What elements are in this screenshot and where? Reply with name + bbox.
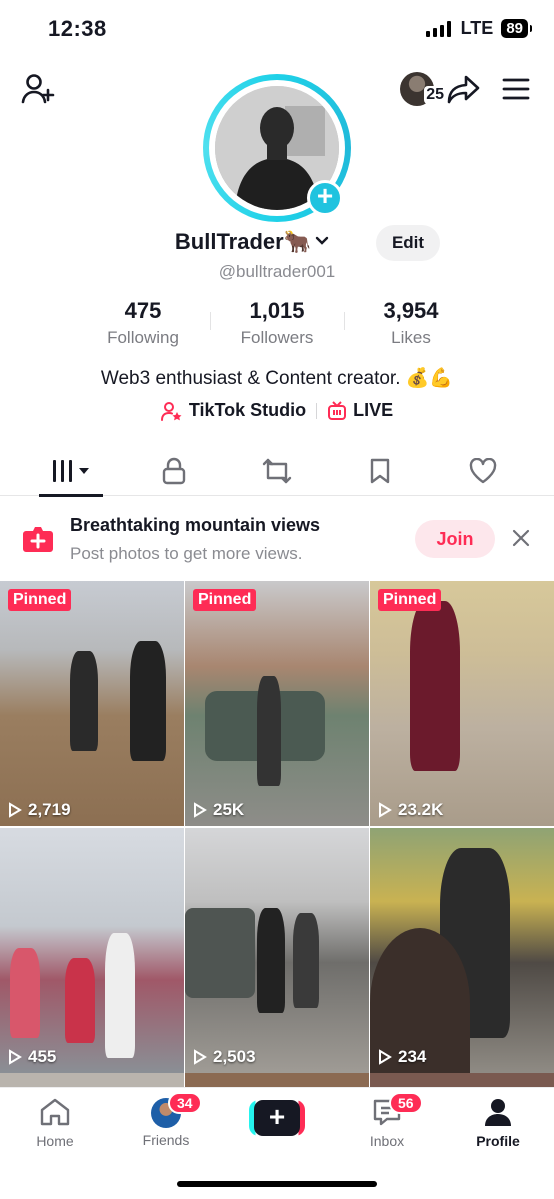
stat-value: 3,954 <box>383 298 439 323</box>
profile-viewers-count: 25 <box>424 86 446 104</box>
play-icon <box>9 1049 22 1065</box>
live-label: LIVE <box>353 400 394 420</box>
tiktok-studio-link[interactable]: TikTok Studio <box>160 400 307 421</box>
stat-followers[interactable]: 1,015 Followers <box>210 298 344 348</box>
stat-label: Followers <box>240 328 314 347</box>
stat-value: 475 <box>124 298 162 323</box>
pinned-badge: Pinned <box>378 589 442 611</box>
view-count: 23.2K <box>378 800 443 820</box>
view-count: 234 <box>378 1047 426 1067</box>
signal-icon <box>425 20 451 37</box>
view-count: 2,719 <box>8 800 71 820</box>
play-icon <box>379 1049 392 1065</box>
plus-icon: + <box>254 1100 300 1136</box>
profile-links: TikTok Studio LIVE <box>0 400 554 421</box>
view-count: 2,503 <box>193 1047 256 1067</box>
pinned-badge: Pinned <box>193 589 257 611</box>
video-grid: Pinned 2,719 Pinned 25K Pinned 23.2K 455… <box>0 581 554 1073</box>
tiktok-studio-label: TikTok Studio <box>188 400 307 420</box>
create-button[interactable]: + <box>249 1100 305 1136</box>
nav-profile-label: Profile <box>476 1133 520 1149</box>
nav-home-label: Home <box>36 1133 74 1149</box>
edit-profile-button[interactable]: Edit <box>376 225 440 261</box>
play-icon <box>9 802 22 818</box>
tab-favorites[interactable] <box>348 447 412 495</box>
video-thumbnail[interactable]: Pinned 2,719 <box>0 581 184 826</box>
status-indicators: LTE 89 <box>425 18 532 39</box>
repost-icon <box>262 458 292 483</box>
live-link[interactable]: LIVE <box>327 400 393 421</box>
close-icon[interactable] <box>512 529 530 552</box>
nav-home[interactable]: Home <box>5 1098 105 1149</box>
inbox-badge: 56 <box>389 1092 423 1114</box>
videos-grid-icon <box>53 459 90 482</box>
stat-label: Following <box>107 328 179 347</box>
profile-tabs <box>0 446 554 497</box>
battery-indicator: 89 <box>501 19 532 38</box>
network-type: LTE <box>460 18 494 38</box>
join-button[interactable]: Join <box>415 520 495 558</box>
menu-icon[interactable] <box>500 74 532 104</box>
lock-icon <box>162 457 186 484</box>
home-indicator <box>177 1181 377 1187</box>
view-count: 455 <box>8 1047 56 1067</box>
stat-following[interactable]: 475 Following <box>76 298 210 348</box>
live-tv-icon <box>328 400 347 420</box>
tab-private[interactable] <box>142 447 206 495</box>
tab-videos[interactable] <box>39 447 104 497</box>
friends-badge: 34 <box>168 1092 202 1114</box>
pinned-badge: Pinned <box>8 589 72 611</box>
heart-icon <box>469 457 496 483</box>
nav-inbox[interactable]: Inbox 56 <box>337 1092 437 1149</box>
profile-stats: 475 Following 1,015 Followers 3,954 Like… <box>0 298 554 348</box>
studio-icon <box>160 401 182 421</box>
video-thumbnail[interactable]: 234 <box>370 828 554 1073</box>
profile-bio: Web3 enthusiast & Content creator. 💰💪 <box>100 368 454 389</box>
tab-liked[interactable] <box>451 447 515 495</box>
bookmark-icon <box>370 458 389 483</box>
video-thumbnail[interactable]: Pinned 25K <box>185 581 369 826</box>
tab-reposts[interactable] <box>245 447 309 495</box>
promo-title: Breathtaking mountain views <box>70 515 321 535</box>
play-icon <box>194 1049 207 1065</box>
stat-label: Likes <box>391 328 431 347</box>
status-time: 12:38 <box>48 16 107 41</box>
nav-friends-label: Friends <box>142 1132 190 1148</box>
display-name: BullTrader🐂 <box>174 229 312 254</box>
video-thumbnail[interactable]: Pinned 23.2K <box>370 581 554 826</box>
promo-subtitle: Post photos to get more views. <box>70 544 303 563</box>
home-icon <box>40 1098 70 1126</box>
nav-inbox-label: Inbox <box>369 1133 405 1149</box>
photo-post-icon <box>22 524 54 554</box>
divider <box>316 402 318 419</box>
share-icon[interactable] <box>444 72 482 106</box>
stat-value: 1,015 <box>249 298 305 323</box>
username-handle: @bulltrader001 <box>218 262 336 281</box>
chevron-down-icon[interactable] <box>315 233 329 251</box>
nav-friends[interactable]: Friends 34 <box>116 1092 216 1148</box>
play-icon <box>194 802 207 818</box>
profile-icon <box>485 1099 511 1126</box>
add-friend-icon[interactable] <box>20 72 56 106</box>
add-avatar-button[interactable]: + <box>307 180 343 216</box>
play-icon <box>379 802 392 818</box>
nav-profile[interactable]: Profile <box>448 1098 548 1149</box>
stat-likes[interactable]: 3,954 Likes <box>344 298 478 348</box>
video-thumbnail[interactable]: 2,503 <box>185 828 369 1073</box>
view-count: 25K <box>193 800 244 820</box>
video-thumbnail[interactable]: 455 <box>0 828 184 1073</box>
